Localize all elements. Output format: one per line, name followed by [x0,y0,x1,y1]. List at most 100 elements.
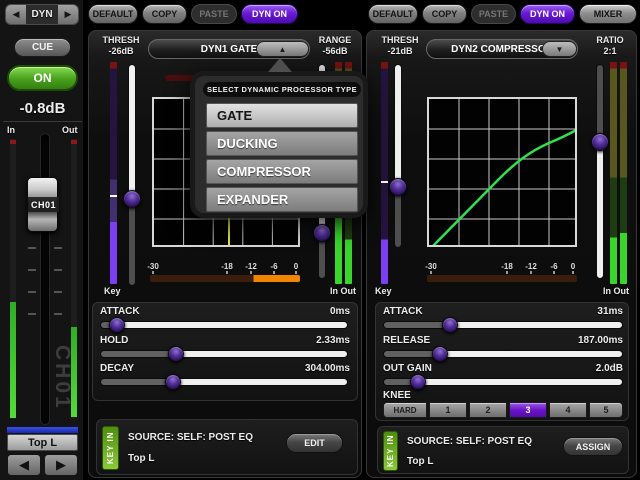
dyn2-ratio-slider-track[interactable] [596,64,604,279]
channel-on-button[interactable]: ON [7,65,78,91]
dyn1-copy-button[interactable]: COPY [142,4,187,24]
dyn2-thresh-slider-track[interactable] [394,64,402,248]
dyn2-outgain-slider-knob[interactable] [410,374,426,390]
sidebar-divider [3,121,82,122]
dyn1-keyin-box: KEY IN SOURCE: SELF: POST EQ Top L EDIT [96,419,358,475]
dyn1-keyin-source: SOURCE: SELF: POST EQ [128,432,253,443]
dyn2-on-button[interactable]: DYN ON [520,4,575,24]
dyn1-scale-label: -12 [245,262,257,271]
dyn1-attack-label: ATTACK [100,306,140,317]
popup-option-ducking[interactable]: DUCKING [206,131,358,156]
dyn2-release-slider-knob[interactable] [432,346,448,362]
dyn1-type-dropdown-arrow[interactable]: ▲ [256,41,309,57]
dyn2-attack-slider-track[interactable] [383,321,623,329]
dyn2-type-dropdown-arrow[interactable]: ▼ [542,41,577,57]
dyn1-attack-slider-track[interactable] [100,321,348,329]
dyn1-thresh-slider-knob[interactable] [123,190,141,208]
dyn2-copy-button[interactable]: COPY [422,4,467,24]
dyn2-inout-meter-label: In Out [603,286,629,296]
dyn1-range-slider-knob[interactable] [313,224,331,242]
dyn1-hold-slider-track[interactable] [100,350,348,358]
dyn1-thresh-slider-track[interactable] [128,64,136,286]
fader-tick [54,269,62,271]
fader-tick [28,313,36,315]
next-page-button[interactable]: ▶ [58,5,78,24]
dyn1-attack-slider-knob[interactable] [109,317,125,333]
scale-tick [250,271,252,274]
dyn1-scale-label: -30 [147,262,159,271]
next-channel-button[interactable]: ▶ [44,454,78,476]
channel-strip-sidebar: ◀ DYN ▶ CUE ON -0.8dB In Out CH01 [0,0,85,480]
dyn1-hold-value: 2.33ms [250,335,350,346]
knee-option-hard[interactable]: HARD [383,402,427,418]
dyn2-default-button[interactable]: DEFAULT [368,4,418,24]
dyn1-keyin-level-meter [150,275,300,282]
dyn2-thresh-value: -21dB [372,46,428,56]
scale-tick [530,271,532,274]
dyn2-thresh-slider-knob[interactable] [389,178,407,196]
dyn2-release-value: 187.00ms [523,335,623,346]
dyn2-scale-label: -6 [550,262,557,271]
dyn1-scale-label: 0 [294,262,298,271]
fader-tick [54,247,62,249]
dyn1-paste-button[interactable]: PASTE [191,4,237,24]
dyn1-key-meter-label: Key [104,286,121,296]
fader-tick [54,313,62,315]
scale-tick [273,271,275,274]
dyn2-release-slider-track[interactable] [383,350,623,358]
dyn2-key-meter-label: Key [375,286,392,296]
dyn2-thresh-label: THRESH [372,35,428,45]
dyn2-attack-slider-knob[interactable] [442,317,458,333]
popup-option-compressor[interactable]: COMPRESSOR [206,159,358,184]
mixer-button[interactable]: MIXER [579,4,637,24]
popup-option-gate[interactable]: GATE [206,103,358,128]
knee-option-5[interactable]: 5 [589,402,623,418]
scale-tick [226,271,228,274]
dyn1-decay-slider-track[interactable] [100,378,348,386]
cue-button[interactable]: CUE [14,38,71,57]
dyn2-scale-label: -30 [425,262,437,271]
dyn1-keyin-channel: Top L [128,453,154,464]
dyn2-scale-label: -12 [525,262,537,271]
channel-name-box[interactable]: Top L [7,434,78,451]
dyn1-on-button[interactable]: DYN ON [241,4,298,24]
page-title: DYN [26,5,58,24]
dyn2-keyin-channel: Top L [407,456,433,467]
dyn1-keyin-edit-button[interactable]: EDIT [286,433,343,453]
dyn1-range-value: -56dB [310,46,360,56]
dyn1-decay-slider-knob[interactable] [165,374,181,390]
dyn1-default-button[interactable]: DEFAULT [88,4,138,24]
prev-page-button[interactable]: ◀ [6,5,26,24]
dyn1-hold-slider-knob[interactable] [168,346,184,362]
out-meter-label: Out [62,125,78,135]
popup-option-expander[interactable]: EXPANDER [206,187,358,212]
channel-watermark: CH01 [50,345,74,411]
scale-tick [506,271,508,274]
prev-channel-button[interactable]: ◀ [7,454,41,476]
dyn1-key-meter-threshold-tick [110,195,117,197]
knee-option-3[interactable]: 3 [509,402,547,418]
knee-option-1[interactable]: 1 [429,402,467,418]
dyn2-key-meter [381,62,388,284]
chevron-up-icon: ▲ [279,45,287,54]
fader-tick [28,269,36,271]
dyn2-scale-label: -18 [501,262,513,271]
scale-tick [572,271,574,274]
dyn1-decay-value: 304.00ms [250,363,350,374]
compressor-curve [432,129,577,247]
fader-cap[interactable]: CH01 [27,177,58,232]
right-arrow-icon: ▶ [65,9,72,20]
dyn2-paste-button[interactable]: PASTE [471,4,516,24]
dyn2-ratio-slider-knob[interactable] [591,133,609,151]
dyn1-inout-meter-label: In Out [330,286,356,296]
fader-gain-value: -0.8dB [0,98,85,118]
popup-pointer-notch [268,58,292,72]
dyn1-thresh-label: THRESH [92,35,150,45]
compressor-graph [427,97,577,247]
dyn1-thresh-value: -26dB [92,46,150,56]
knee-option-4[interactable]: 4 [549,402,587,418]
dyn2-ratio-label: RATIO [586,35,634,45]
dyn2-keyin-assign-button[interactable]: ASSIGN [563,437,623,456]
knee-option-2[interactable]: 2 [469,402,507,418]
strip-in-meter [10,139,16,419]
